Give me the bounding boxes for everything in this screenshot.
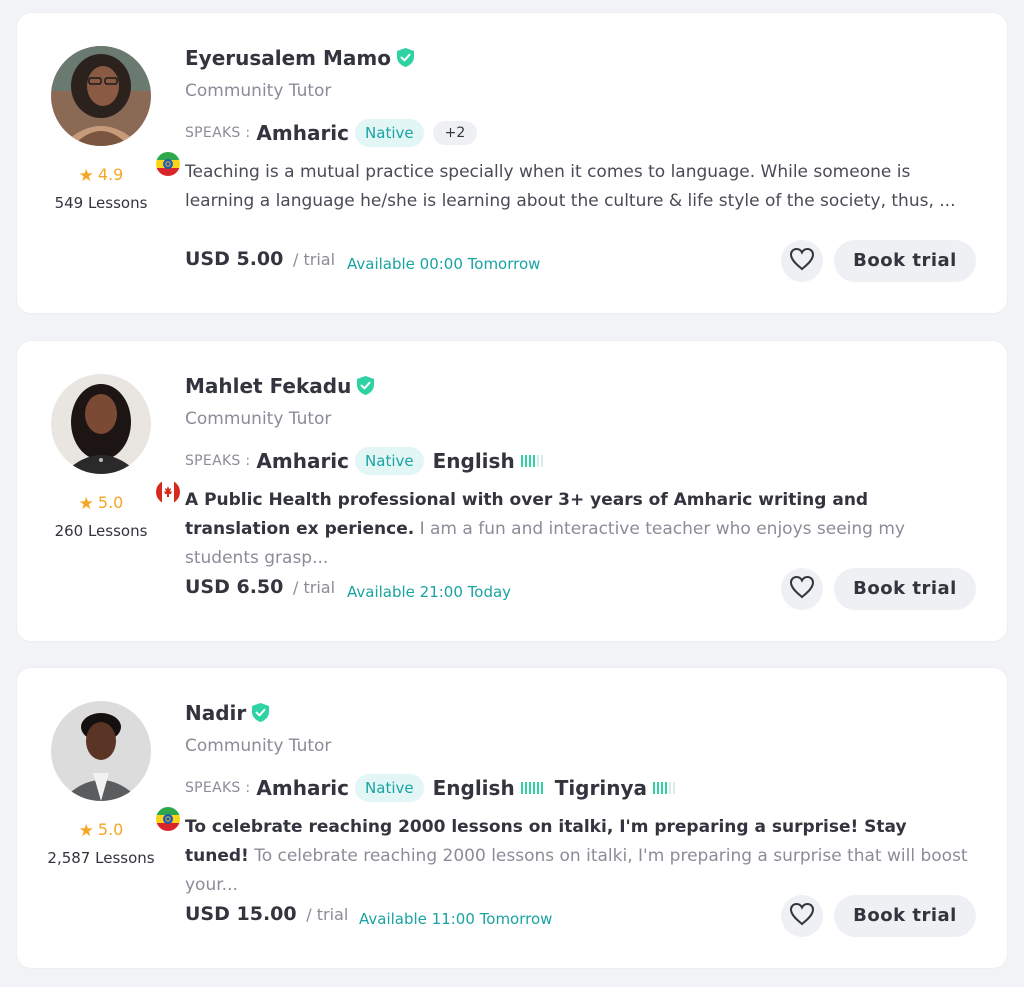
level-bar: [520, 455, 523, 467]
level-bar: [657, 782, 659, 794]
speaks-label: SPEAKS :: [185, 125, 251, 141]
speaks-row: SPEAKS : Amharic Native English: [185, 445, 555, 477]
more-languages-tag[interactable]: +2: [432, 121, 478, 145]
tutor-role: Community Tutor: [185, 409, 332, 429]
language-name: Amharic: [256, 121, 350, 145]
avatar[interactable]: [51, 374, 183, 507]
avatar[interactable]: [51, 701, 183, 834]
tutor-description[interactable]: A Public Health professional with over 3…: [185, 486, 975, 573]
star-icon: ★: [78, 494, 94, 514]
favorite-button[interactable]: [781, 568, 823, 610]
native-tag: Native: [355, 119, 424, 147]
tutor-name[interactable]: Nadir: [185, 701, 270, 727]
tutor-description[interactable]: Teaching is a mutual practice specially …: [185, 158, 975, 216]
book-trial-button[interactable]: Book trial: [834, 895, 976, 937]
verified-badge-icon: [396, 48, 414, 72]
level-bar: [653, 782, 655, 794]
verified-badge-icon: [357, 376, 375, 400]
favorite-button[interactable]: [781, 895, 823, 937]
language-name: Amharic: [256, 776, 350, 800]
level-bar: [520, 782, 523, 794]
level-bar: [665, 782, 667, 794]
tutor-card[interactable]: ★ 5.0 2,587 Lessons Nadir Community Tutor…: [17, 668, 1007, 968]
heart-icon: [789, 575, 815, 603]
native-tag: Native: [355, 774, 424, 802]
avatar[interactable]: [51, 46, 183, 179]
level-bar: [540, 782, 543, 794]
book-trial-button[interactable]: Book trial: [834, 568, 976, 610]
heart-icon: [789, 902, 815, 930]
canada-flag-icon: [153, 477, 183, 507]
rating: ★ 5.0: [78, 493, 124, 514]
verified-badge-icon: [252, 703, 270, 727]
language-level-indicator: [520, 455, 543, 467]
level-bar: [532, 782, 535, 794]
level-bar: [528, 455, 531, 467]
tutor-card[interactable]: ★ 4.9 549 Lessons Eyerusalem Mamo Communi…: [17, 13, 1007, 313]
level-bar: [524, 455, 527, 467]
availability: Available 21:00 Today: [347, 583, 512, 601]
level-bar: [532, 455, 535, 467]
speaks-row: SPEAKS : Amharic Native +2: [185, 117, 478, 149]
tutor-card[interactable]: ★ 5.0 260 Lessons Mahlet Fekadu Community…: [17, 341, 1007, 641]
tutor-role: Community Tutor: [185, 736, 332, 756]
level-bar: [536, 455, 539, 467]
language-name: English: [432, 449, 515, 473]
price: USD 5.00 / trial: [185, 248, 336, 270]
lesson-count: 2,587 Lessons: [47, 849, 155, 867]
language-level-indicator: [520, 782, 543, 794]
speaks-label: SPEAKS :: [185, 453, 251, 469]
star-icon: ★: [78, 821, 94, 841]
level-bar: [540, 455, 543, 467]
lesson-count: 549 Lessons: [54, 194, 148, 212]
native-tag: Native: [355, 447, 424, 475]
rating: ★ 5.0: [78, 820, 124, 841]
ethiopia-flag-icon: [153, 804, 183, 834]
rating: ★ 4.9: [78, 165, 124, 186]
language-name: English: [432, 776, 515, 800]
speaks-row: SPEAKS : Amharic Native English Tigrinya: [185, 772, 687, 804]
language-name: Tigrinya: [554, 776, 647, 800]
price: USD 6.50 / trial: [185, 576, 336, 598]
availability: Available 11:00 Tomorrow: [359, 910, 553, 928]
ethiopia-flag-icon: [153, 149, 183, 179]
language-name: Amharic: [256, 449, 350, 473]
level-bar: [524, 782, 527, 794]
level-bar: [536, 782, 539, 794]
level-bar: [673, 782, 675, 794]
tutor-name[interactable]: Mahlet Fekadu: [185, 374, 375, 400]
availability: Available 00:00 Tomorrow: [347, 255, 541, 273]
star-icon: ★: [78, 166, 94, 186]
speaks-label: SPEAKS :: [185, 780, 251, 796]
level-bar: [528, 782, 531, 794]
price: USD 15.00 / trial: [185, 903, 349, 925]
tutor-name[interactable]: Eyerusalem Mamo: [185, 46, 414, 72]
tutor-description[interactable]: To celebrate reaching 2000 lessons on it…: [185, 813, 975, 900]
level-bar: [669, 782, 671, 794]
heart-icon: [789, 247, 815, 275]
tutor-role: Community Tutor: [185, 81, 332, 101]
level-bar: [661, 782, 663, 794]
favorite-button[interactable]: [781, 240, 823, 282]
language-level-indicator: [653, 782, 675, 794]
book-trial-button[interactable]: Book trial: [834, 240, 976, 282]
lesson-count: 260 Lessons: [54, 522, 148, 540]
